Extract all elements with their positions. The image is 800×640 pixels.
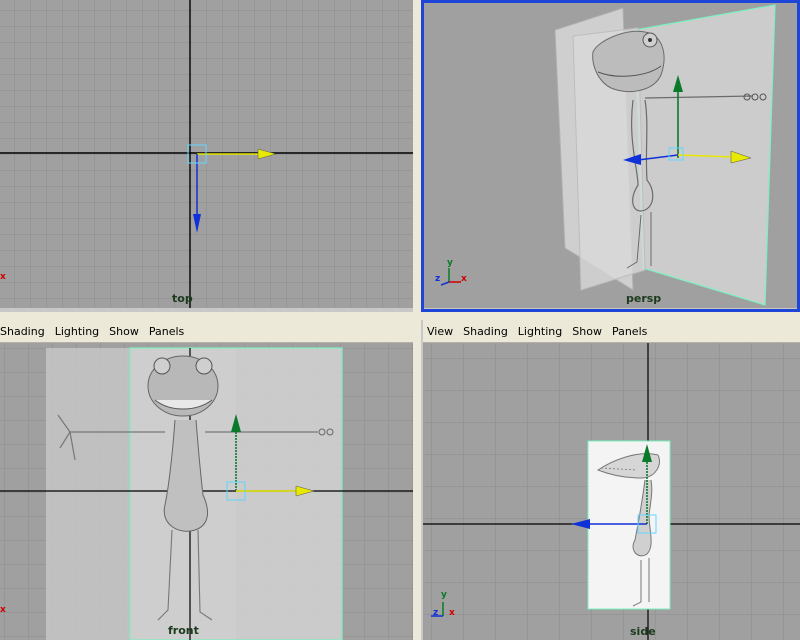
persp-scene	[423, 0, 800, 308]
side-menu-shading[interactable]: Shading	[459, 325, 514, 338]
top-axis-x-letter: x	[0, 272, 6, 282]
viewport-top[interactable]: x top	[0, 0, 413, 308]
viewport-front[interactable]: Shading Lighting Show Panels x front	[0, 320, 413, 640]
front-menu-lighting[interactable]: Lighting	[51, 325, 105, 338]
side-menu-show[interactable]: Show	[568, 325, 608, 338]
viewport-label-top: top	[172, 292, 193, 305]
side-axis-x-letter: x	[449, 608, 455, 618]
front-menu-panels[interactable]: Panels	[145, 325, 190, 338]
top-grid	[0, 0, 413, 308]
front-menubar: Shading Lighting Show Panels	[0, 320, 413, 343]
vertical-divider[interactable]	[413, 0, 421, 640]
viewport-label-side: side	[630, 625, 656, 638]
persp-axis-y-letter: y	[447, 258, 453, 268]
front-menu-shading[interactable]: Shading	[0, 325, 51, 338]
front-menu-show[interactable]: Show	[105, 325, 145, 338]
front-scene	[0, 320, 413, 640]
horizontal-divider[interactable]	[0, 312, 800, 320]
side-menu-lighting[interactable]: Lighting	[514, 325, 568, 338]
side-axis-y-letter: y	[441, 590, 447, 600]
side-menu-view[interactable]: View	[423, 325, 459, 338]
front-axis-x-letter: x	[0, 605, 6, 615]
side-menu-panels[interactable]: Panels	[608, 325, 653, 338]
persp-axis-x-letter: x	[461, 274, 467, 284]
side-axis-z-letter: z	[433, 608, 439, 618]
persp-axis-z-letter: z	[435, 274, 441, 284]
viewport-label-front: front	[168, 624, 199, 637]
viewport-label-persp: persp	[626, 292, 662, 305]
side-scene	[423, 320, 800, 640]
viewport-persp[interactable]: y x z persp	[423, 0, 800, 308]
viewport-side[interactable]: View Shading Lighting Show Panels y z x …	[423, 320, 800, 640]
side-menubar: View Shading Lighting Show Panels	[423, 320, 800, 343]
